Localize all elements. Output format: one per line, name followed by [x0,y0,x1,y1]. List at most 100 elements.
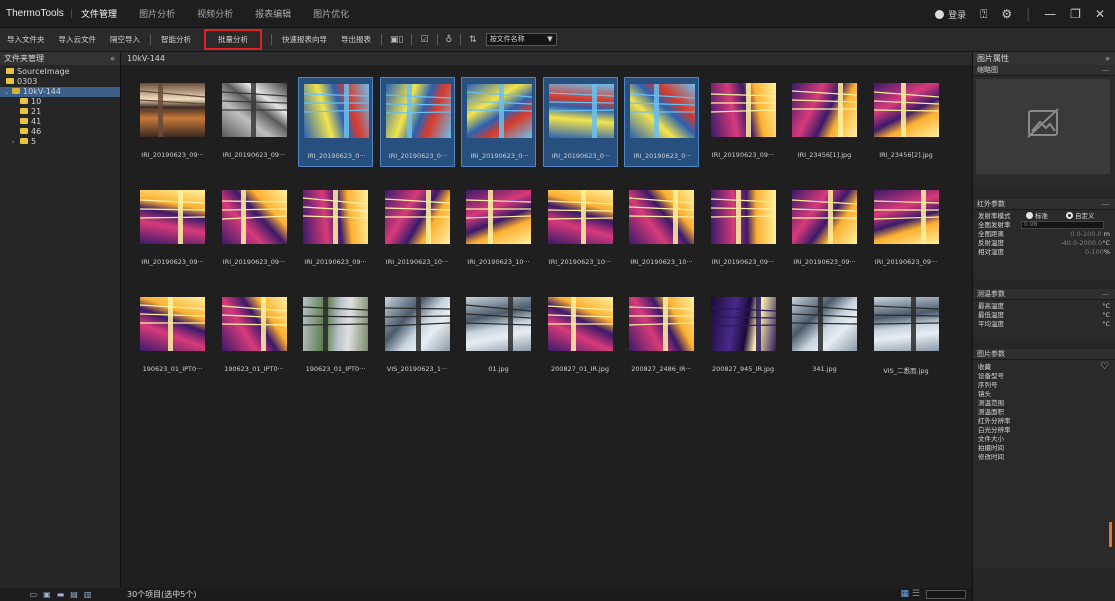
wire-shape [629,197,694,204]
image-thumbnail[interactable]: VIS_二悉而.jpg [869,291,944,381]
image-thumbnail[interactable]: IRI_20190623_10··· [461,184,536,274]
humidity-value: 0-100 [1084,248,1104,256]
image-thumbnail[interactable]: IRI_20190623_10··· [543,184,618,274]
close-icon[interactable]: ✕ [1095,7,1105,21]
pole-shape [580,190,586,244]
thumbnail-caption: 341.jpg [812,365,837,373]
wire-shape [547,209,613,212]
menu-report-edit[interactable]: 报表编辑 [255,7,291,20]
thumbnail-caption: 190623_01_IPT0··· [142,365,203,373]
image-thumbnail[interactable]: 200827_2486_IR··· [624,291,699,381]
emis-custom-radio[interactable]: 自定义 [1066,212,1095,221]
menu-file-management[interactable]: 文件管理 [81,7,117,20]
collapse-left-icon[interactable]: « [110,52,115,65]
batch-analysis-button[interactable]: 批量分析 [204,29,262,50]
settings-icon[interactable]: ⚙ [1001,7,1012,21]
humidity-unit: % [1103,248,1110,256]
image-thumbnail[interactable]: IRI_20190623_09··· [706,184,781,274]
collapse-icon[interactable]: — [1102,289,1109,300]
image-thumbnail[interactable]: IRI_23456[1].jpg [787,77,862,167]
batch-import-button[interactable]: 隔空导入 [103,34,147,45]
image-thumbnail[interactable]: IRI_20190623_09··· [298,184,373,274]
folder-tree-item[interactable]: 21 [0,107,120,117]
image-thumbnail[interactable]: IRI_20190623_09··· [135,77,210,167]
edit-icon[interactable]: ☑ [415,35,433,45]
login-button[interactable]: 登录 [935,8,966,21]
image-thumbnail[interactable]: 200827_945_IR.jpg [706,291,781,381]
add-folder-icon[interactable]: ▭ [30,590,38,599]
thumbnail-lines [547,297,613,351]
image-thumbnail[interactable]: IRI_20190623_09··· [135,184,210,274]
quick-report-button[interactable]: 快速报表向导 [275,34,334,45]
minimize-icon[interactable]: — [1044,7,1056,21]
wire-shape [466,313,531,319]
folder-tree-item[interactable]: 0303 [0,77,120,87]
image-thumbnail[interactable]: 01.jpg [461,291,536,381]
emis-standard-radio[interactable]: 标准 [1026,212,1048,221]
scrollbar[interactable] [1109,522,1112,547]
save-icon[interactable]: ▤ [70,590,78,599]
restore-icon[interactable]: ❐ [1070,7,1081,21]
image-thumbnail[interactable]: IRI_20190623_0··· [379,77,455,167]
image-thumbnail[interactable]: IRI_20190623_09··· [787,184,862,274]
help-icon[interactable]: ⍰ [980,7,987,22]
image-thumbnail[interactable]: 190623_01_IPT0··· [135,291,210,381]
image-thumbnail[interactable]: 190623_01_IPT0··· [217,291,292,381]
image-thumbnail[interactable]: IRI_20190623_09··· [869,184,944,274]
collapse-right-icon[interactable]: » [1105,52,1110,65]
image-thumbnail[interactable]: IRI_20190623_0··· [542,77,618,167]
image-thumbnail[interactable]: IRI_20190623_09··· [706,77,781,167]
image-param-row: 白光分辨率 [973,426,1115,435]
folder-tree-item[interactable]: 41 [0,117,120,127]
collapse-icon[interactable]: — [1102,65,1109,76]
folder-icon [6,68,14,74]
image-thumbnail[interactable]: IRI_20190623_10··· [624,184,699,274]
compare-icon[interactable]: ▣▯ [385,35,408,45]
thumbnail-image [792,83,857,137]
ir-params-section: 红外参数 — 发射率模式 标准 自定义 全图发射率 0.98 全图距离 0.0-1… [973,199,1115,279]
voice-icon[interactable]: ♁ [441,35,458,45]
folder-tree-item[interactable]: ⌄ 10kV-144 [0,87,120,97]
menu-image-optimize[interactable]: 图片优化 [313,7,349,20]
image-thumbnail[interactable]: 190623_01_IPT0··· [298,291,373,381]
folder-icon[interactable]: ▬ [57,590,65,599]
folder-tree-item[interactable]: 46 [0,127,120,137]
thumbnail-caption: 190623_01_IPT0··· [224,365,284,373]
image-thumbnail[interactable]: IRI_20190623_0··· [461,77,536,167]
image-params-section: 图片参数 ♡ 收藏 设备型号 序列号 镜头 测温范围 测温面积 红外分辨率 白光分辨率 文件大小… [973,349,1115,569]
thumbnail-caption: IRI_20190623_09··· [222,258,286,266]
image-thumbnail[interactable]: IRI_20190623_09··· [217,184,292,274]
ir-params-title: 红外参数 [977,200,1005,208]
import-icon[interactable]: ▣ [43,590,51,599]
menu-video-analysis[interactable]: 视频分析 [197,7,233,20]
image-thumbnail[interactable]: 341.jpg [787,291,862,381]
sort-icon[interactable]: ⇅ [464,35,482,45]
folder-tree-item[interactable]: SourceImage [0,67,120,77]
image-params-header: 图片参数 [973,349,1115,360]
delete-icon[interactable]: ▥ [84,590,92,599]
global-emis-input[interactable]: 0.98 [1021,221,1104,229]
sort-select[interactable]: 按文件名称 ▼ [485,33,557,46]
import-folder-button[interactable]: 导入文件夹 [0,34,52,45]
image-thumbnail[interactable]: IRI_20190623_09··· [217,77,292,167]
list-view-icon[interactable]: ☰ [912,589,920,599]
image-thumbnail[interactable]: IRI_20190623_0··· [624,77,699,167]
menu-image-analysis[interactable]: 图片分析 [139,7,175,20]
collapse-icon[interactable]: — [1102,199,1109,210]
image-thumbnail[interactable]: VIS_20190623_1··· [380,291,455,381]
folder-tree-item[interactable]: 10 [0,97,120,107]
thumbnail-image [304,84,369,138]
smart-analysis-button[interactable]: 智能分析 [154,34,198,45]
image-thumbnail[interactable]: 200827_01_IR.jpg [543,291,618,381]
import-cloud-button[interactable]: 导入云文件 [52,34,104,45]
folder-tree-item[interactable]: › 5 [0,137,120,147]
export-report-button[interactable]: 导出报表 [334,34,378,45]
image-thumbnail[interactable]: IRI_23456[2].jpg [869,77,944,167]
grid-view-icon[interactable]: ▦ ☰ [901,588,920,601]
chevron-right-icon[interactable]: › [12,138,20,148]
image-thumbnail[interactable]: IRI_20190623_0··· [298,77,373,167]
zoom-slider[interactable] [926,590,966,599]
thumbnail-lines [466,190,531,244]
image-thumbnail[interactable]: IRI_20190623_10··· [380,184,455,274]
wire-shape [140,108,205,112]
